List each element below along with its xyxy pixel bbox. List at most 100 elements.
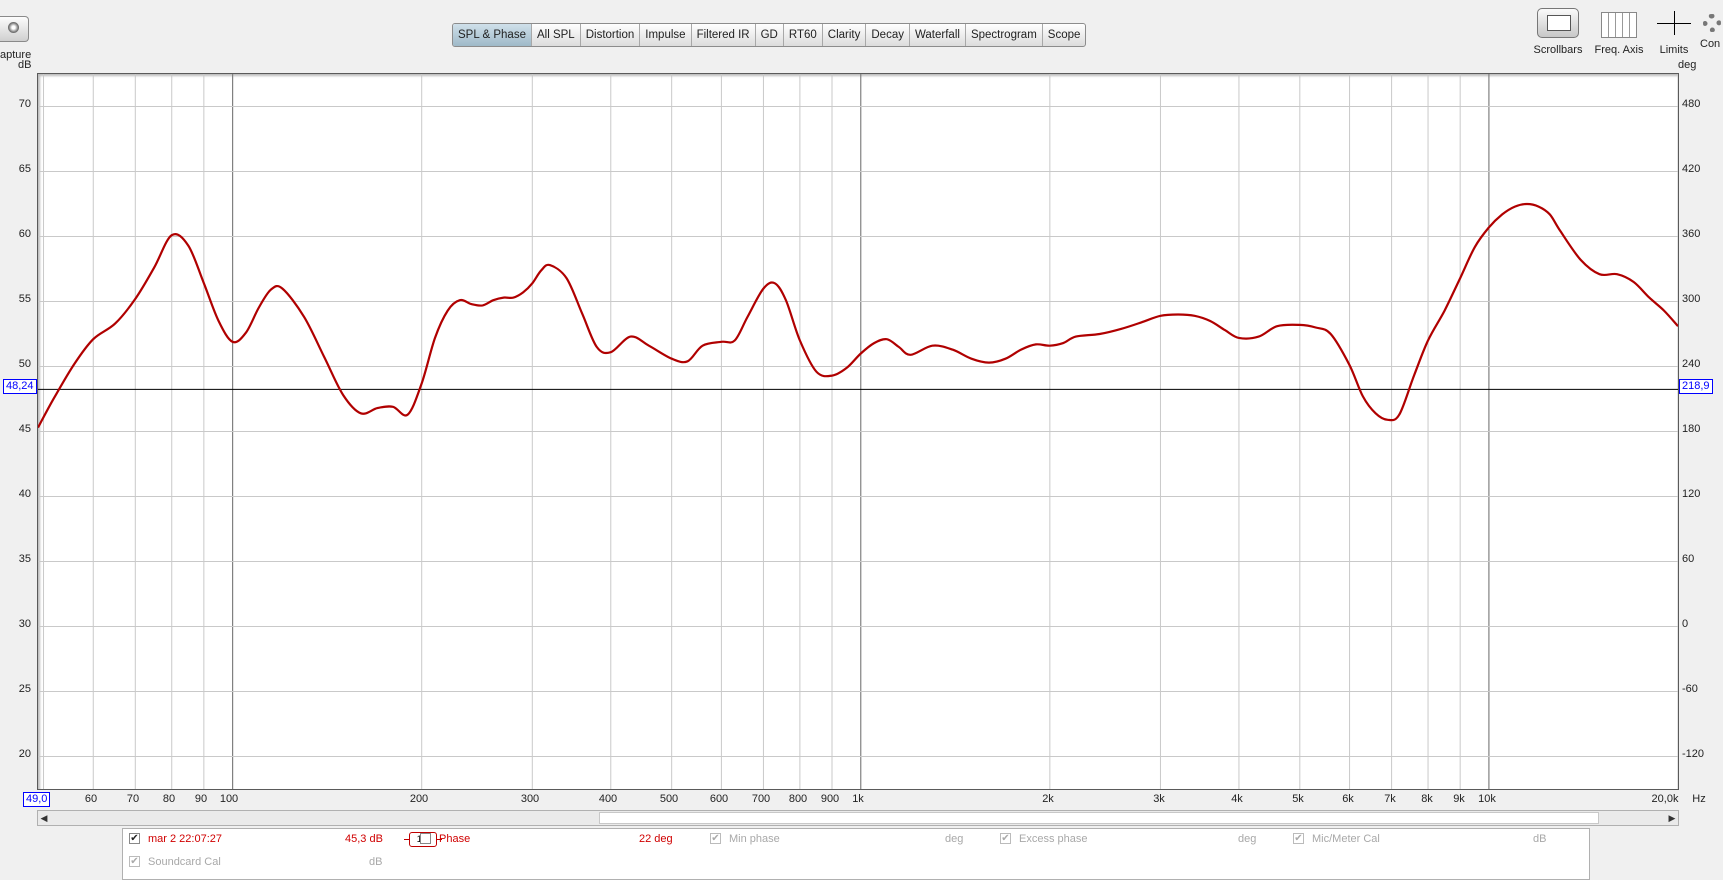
- y-tick-label: 20: [18, 748, 31, 760]
- measurement-name: mar 2 22:07:27: [148, 833, 222, 845]
- scrollbars-icon: [1537, 8, 1579, 38]
- x-tick-label: 2k: [1042, 793, 1054, 805]
- y2-tick-label: 60: [1682, 553, 1695, 565]
- x-axis-unit: Hz: [1692, 793, 1706, 805]
- x-tick-label: 60: [84, 793, 98, 805]
- min-phase-label: Min phase: [729, 833, 780, 845]
- min-phase-unit: deg: [945, 833, 964, 845]
- y2-tick-label: 120: [1682, 488, 1701, 500]
- tab-spl-phase[interactable]: SPL & Phase: [453, 24, 532, 46]
- y-tick-label: 65: [18, 163, 31, 175]
- y2-tick-label: 0: [1682, 618, 1689, 630]
- tab-gd[interactable]: GD: [756, 24, 784, 46]
- y-tick-label: 30: [18, 618, 31, 630]
- x-tick-label: 5k: [1292, 793, 1304, 805]
- phase-checkbox[interactable]: [420, 833, 431, 844]
- y-tick-label: 45: [18, 423, 31, 435]
- spl-phase-graph[interactable]: [37, 73, 1679, 790]
- x-tick-label: 6k: [1342, 793, 1354, 805]
- controls-button[interactable]: Con: [1700, 8, 1723, 50]
- x-tick-label: 20,0k: [1651, 793, 1679, 805]
- scroll-left-arrow-icon[interactable]: ◀: [38, 811, 50, 825]
- soundcard-cal-checkbox[interactable]: ✔: [129, 856, 140, 867]
- limits-button[interactable]: Limits: [1652, 8, 1696, 56]
- measurement-level: 45,3 dB: [345, 833, 383, 845]
- right-axis-unit: deg: [1678, 59, 1697, 71]
- phase-value: 22 deg: [639, 833, 673, 845]
- y2-tick-label: 360: [1682, 228, 1701, 240]
- x-tick-label: 70: [126, 793, 140, 805]
- y2-tick-label: 300: [1682, 293, 1701, 305]
- mic-cal-label: Mic/Meter Cal: [1312, 833, 1380, 845]
- x-tick-label: 1k: [852, 793, 864, 805]
- camera-icon: [0, 16, 29, 42]
- tab-waterfall[interactable]: Waterfall: [910, 24, 966, 46]
- x-tick-label: 7k: [1384, 793, 1396, 805]
- scrollbars-label: Scrollbars: [1533, 44, 1583, 56]
- mic-cal-unit: dB: [1533, 833, 1547, 845]
- spl-chart-svg: [38, 74, 1678, 789]
- x-tick-label: 300: [520, 793, 540, 805]
- trace-legend-panel: ✔ mar 2 22:07:27 1/6 45,3 dB Phase 22 de…: [122, 828, 1590, 880]
- tab-filtered-ir[interactable]: Filtered IR: [692, 24, 756, 46]
- x-tick-label: 500: [659, 793, 679, 805]
- x-tick-label: 90: [194, 793, 208, 805]
- freq-axis-label: Freq. Axis: [1594, 44, 1644, 56]
- excess-phase-unit: deg: [1238, 833, 1257, 845]
- y-tick-label: 25: [18, 683, 31, 695]
- y2-tick-label: -120: [1682, 748, 1705, 760]
- left-axis-unit: dB: [18, 59, 32, 71]
- freq-axis-button[interactable]: Freq. Axis: [1591, 8, 1647, 56]
- soundcard-cal-label: Soundcard Cal: [148, 856, 221, 868]
- x-tick-label: 900: [820, 793, 840, 805]
- x-tick-label: 200: [409, 793, 429, 805]
- scrollbars-button[interactable]: Scrollbars: [1532, 8, 1584, 56]
- soundcard-cal-unit: dB: [369, 856, 383, 868]
- x-tick-label: 800: [788, 793, 808, 805]
- excess-phase-checkbox[interactable]: ✔: [1000, 833, 1011, 844]
- gear-icon: [1702, 14, 1721, 32]
- spl-trace-line: [38, 202, 1678, 429]
- graph-tabs: SPL & Phase All SPL Distortion Impulse F…: [452, 23, 1087, 47]
- limits-icon: [1653, 8, 1695, 38]
- mic-cal-checkbox[interactable]: ✔: [1293, 833, 1304, 844]
- x-tick-label: 8k: [1421, 793, 1433, 805]
- x-tick-label: 3k: [1153, 793, 1165, 805]
- cursor-deg-readout: 218,9: [1679, 379, 1713, 394]
- tab-impulse[interactable]: Impulse: [640, 24, 692, 46]
- measurement-checkbox[interactable]: ✔: [129, 833, 140, 844]
- phase-label: Phase: [439, 833, 471, 845]
- scroll-right-arrow-icon[interactable]: ▶: [1666, 811, 1678, 825]
- x-tick-label: 9k: [1453, 793, 1465, 805]
- y-tick-label: 55: [18, 293, 31, 305]
- scrollbar-thumb[interactable]: [599, 812, 1599, 824]
- cursor-freq-readout: 49,0: [23, 792, 51, 807]
- y2-tick-label: 240: [1682, 358, 1701, 370]
- horizontal-scrollbar[interactable]: ◀ ▶: [37, 810, 1679, 826]
- x-tick-label: 400: [598, 793, 618, 805]
- tab-spectrogram[interactable]: Spectrogram: [966, 24, 1043, 46]
- y2-tick-label: 180: [1682, 423, 1701, 435]
- freq-axis-icon: [1601, 12, 1637, 38]
- x-tick-label: 4k: [1231, 793, 1243, 805]
- x-tick-label: 700: [751, 793, 771, 805]
- tab-scope[interactable]: Scope: [1043, 24, 1086, 46]
- tab-rt60[interactable]: RT60: [784, 24, 823, 46]
- y-tick-label: 70: [18, 98, 31, 110]
- controls-label: Con: [1700, 38, 1721, 50]
- x-tick-label: 100: [219, 793, 239, 805]
- cursor-db-readout: 48,24: [3, 379, 37, 394]
- tab-decay[interactable]: Decay: [866, 24, 910, 46]
- min-phase-checkbox[interactable]: ✔: [710, 833, 721, 844]
- y-tick-label: 35: [18, 553, 31, 565]
- y2-tick-label: 480: [1682, 98, 1701, 110]
- excess-phase-label: Excess phase: [1019, 833, 1088, 845]
- capture-button[interactable]: apture: [0, 8, 34, 66]
- tab-all-spl[interactable]: All SPL: [532, 24, 581, 46]
- tab-distortion[interactable]: Distortion: [581, 24, 641, 46]
- y-tick-label: 50: [18, 358, 31, 370]
- tab-clarity[interactable]: Clarity: [823, 24, 867, 46]
- y2-tick-label: -60: [1682, 683, 1698, 695]
- x-tick-label: 10k: [1478, 793, 1496, 805]
- y-tick-label: 60: [18, 228, 31, 240]
